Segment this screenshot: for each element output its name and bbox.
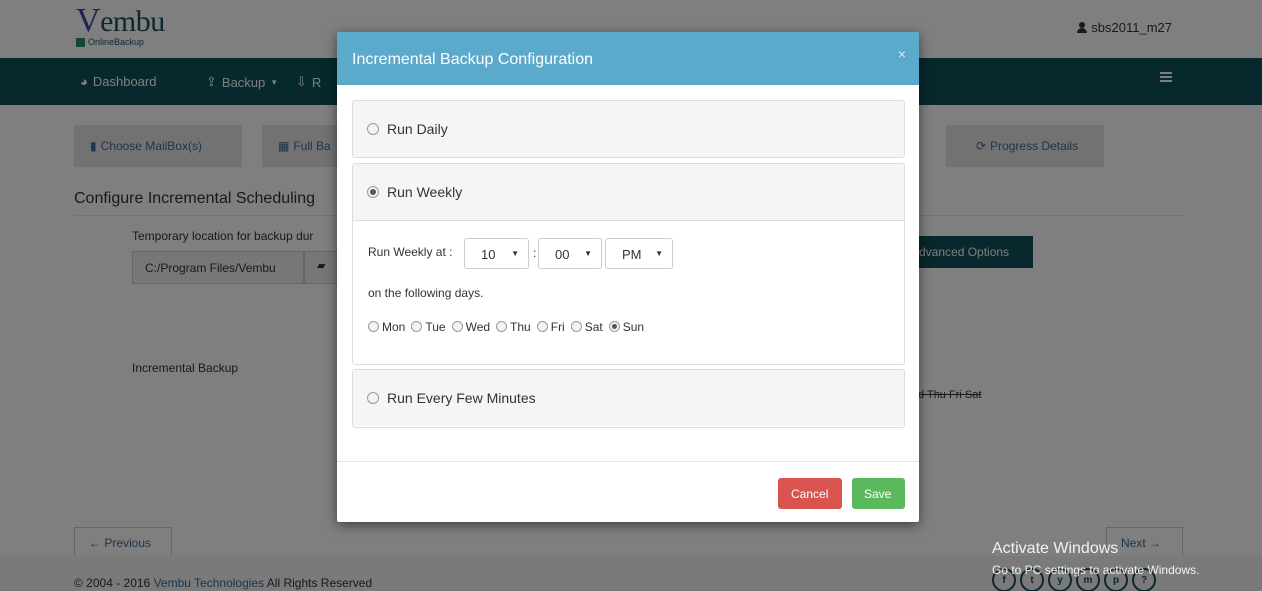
weekly-settings: Run Weekly at : 10 ▼ : 00 ▼ PM ▼ on the … (353, 220, 904, 364)
option-run-daily[interactable]: Run Daily (353, 101, 904, 157)
run-weekly-at-label: Run Weekly at : (368, 245, 453, 259)
weekday-radios: Mon Tue Wed Thu Fri Sat Sun (368, 320, 644, 334)
option-run-weekly[interactable]: Run Weekly (353, 164, 904, 220)
panel-run-every-few-minutes: Run Every Few Minutes (352, 369, 905, 428)
select-caret-icon: ▼ (584, 249, 592, 258)
activate-windows-title: Activate Windows (992, 540, 1119, 557)
day-radio[interactable] (451, 321, 463, 332)
select-caret-icon: ▼ (655, 249, 663, 258)
day-radio[interactable] (368, 321, 379, 332)
minute-select[interactable]: 00 ▼ (538, 238, 602, 269)
day-sat[interactable]: Sat (570, 320, 603, 334)
panel-run-weekly: Run Weekly Run Weekly at : 10 ▼ : 00 ▼ P… (352, 163, 905, 365)
run-weekly-radio[interactable] (367, 186, 379, 198)
day-mon[interactable]: Mon (368, 320, 405, 334)
day-radio[interactable] (536, 321, 548, 332)
save-button[interactable]: Save (852, 478, 905, 509)
run-minutes-radio[interactable] (367, 392, 379, 404)
day-tue[interactable]: Tue (411, 320, 446, 334)
day-radio[interactable] (570, 321, 582, 332)
day-radio[interactable] (496, 321, 508, 332)
cancel-button[interactable]: Cancel (778, 478, 842, 509)
day-wed[interactable]: Wed (451, 320, 490, 334)
day-radio[interactable] (608, 321, 620, 332)
select-caret-icon: ▼ (511, 249, 519, 258)
modal-footer: Cancel Save (337, 461, 919, 522)
ampm-select[interactable]: PM ▼ (605, 238, 673, 269)
day-radio[interactable] (411, 321, 423, 332)
day-fri[interactable]: Fri (536, 320, 565, 334)
activate-windows-subtitle: Go to PC settings to activate Windows. (992, 563, 1200, 577)
incremental-backup-modal: Incremental Backup Configuration × Run D… (337, 32, 919, 522)
hour-select[interactable]: 10 ▼ (464, 238, 529, 269)
panel-run-daily: Run Daily (352, 100, 905, 158)
day-thu[interactable]: Thu (496, 320, 531, 334)
day-sun[interactable]: Sun (608, 320, 644, 334)
following-days-label: on the following days. (368, 286, 484, 300)
close-icon[interactable]: × (898, 46, 906, 62)
modal-header: Incremental Backup Configuration × (337, 32, 919, 85)
option-run-every-few-minutes[interactable]: Run Every Few Minutes (353, 370, 904, 426)
run-daily-radio[interactable] (367, 123, 379, 135)
modal-title: Incremental Backup Configuration (352, 51, 594, 68)
